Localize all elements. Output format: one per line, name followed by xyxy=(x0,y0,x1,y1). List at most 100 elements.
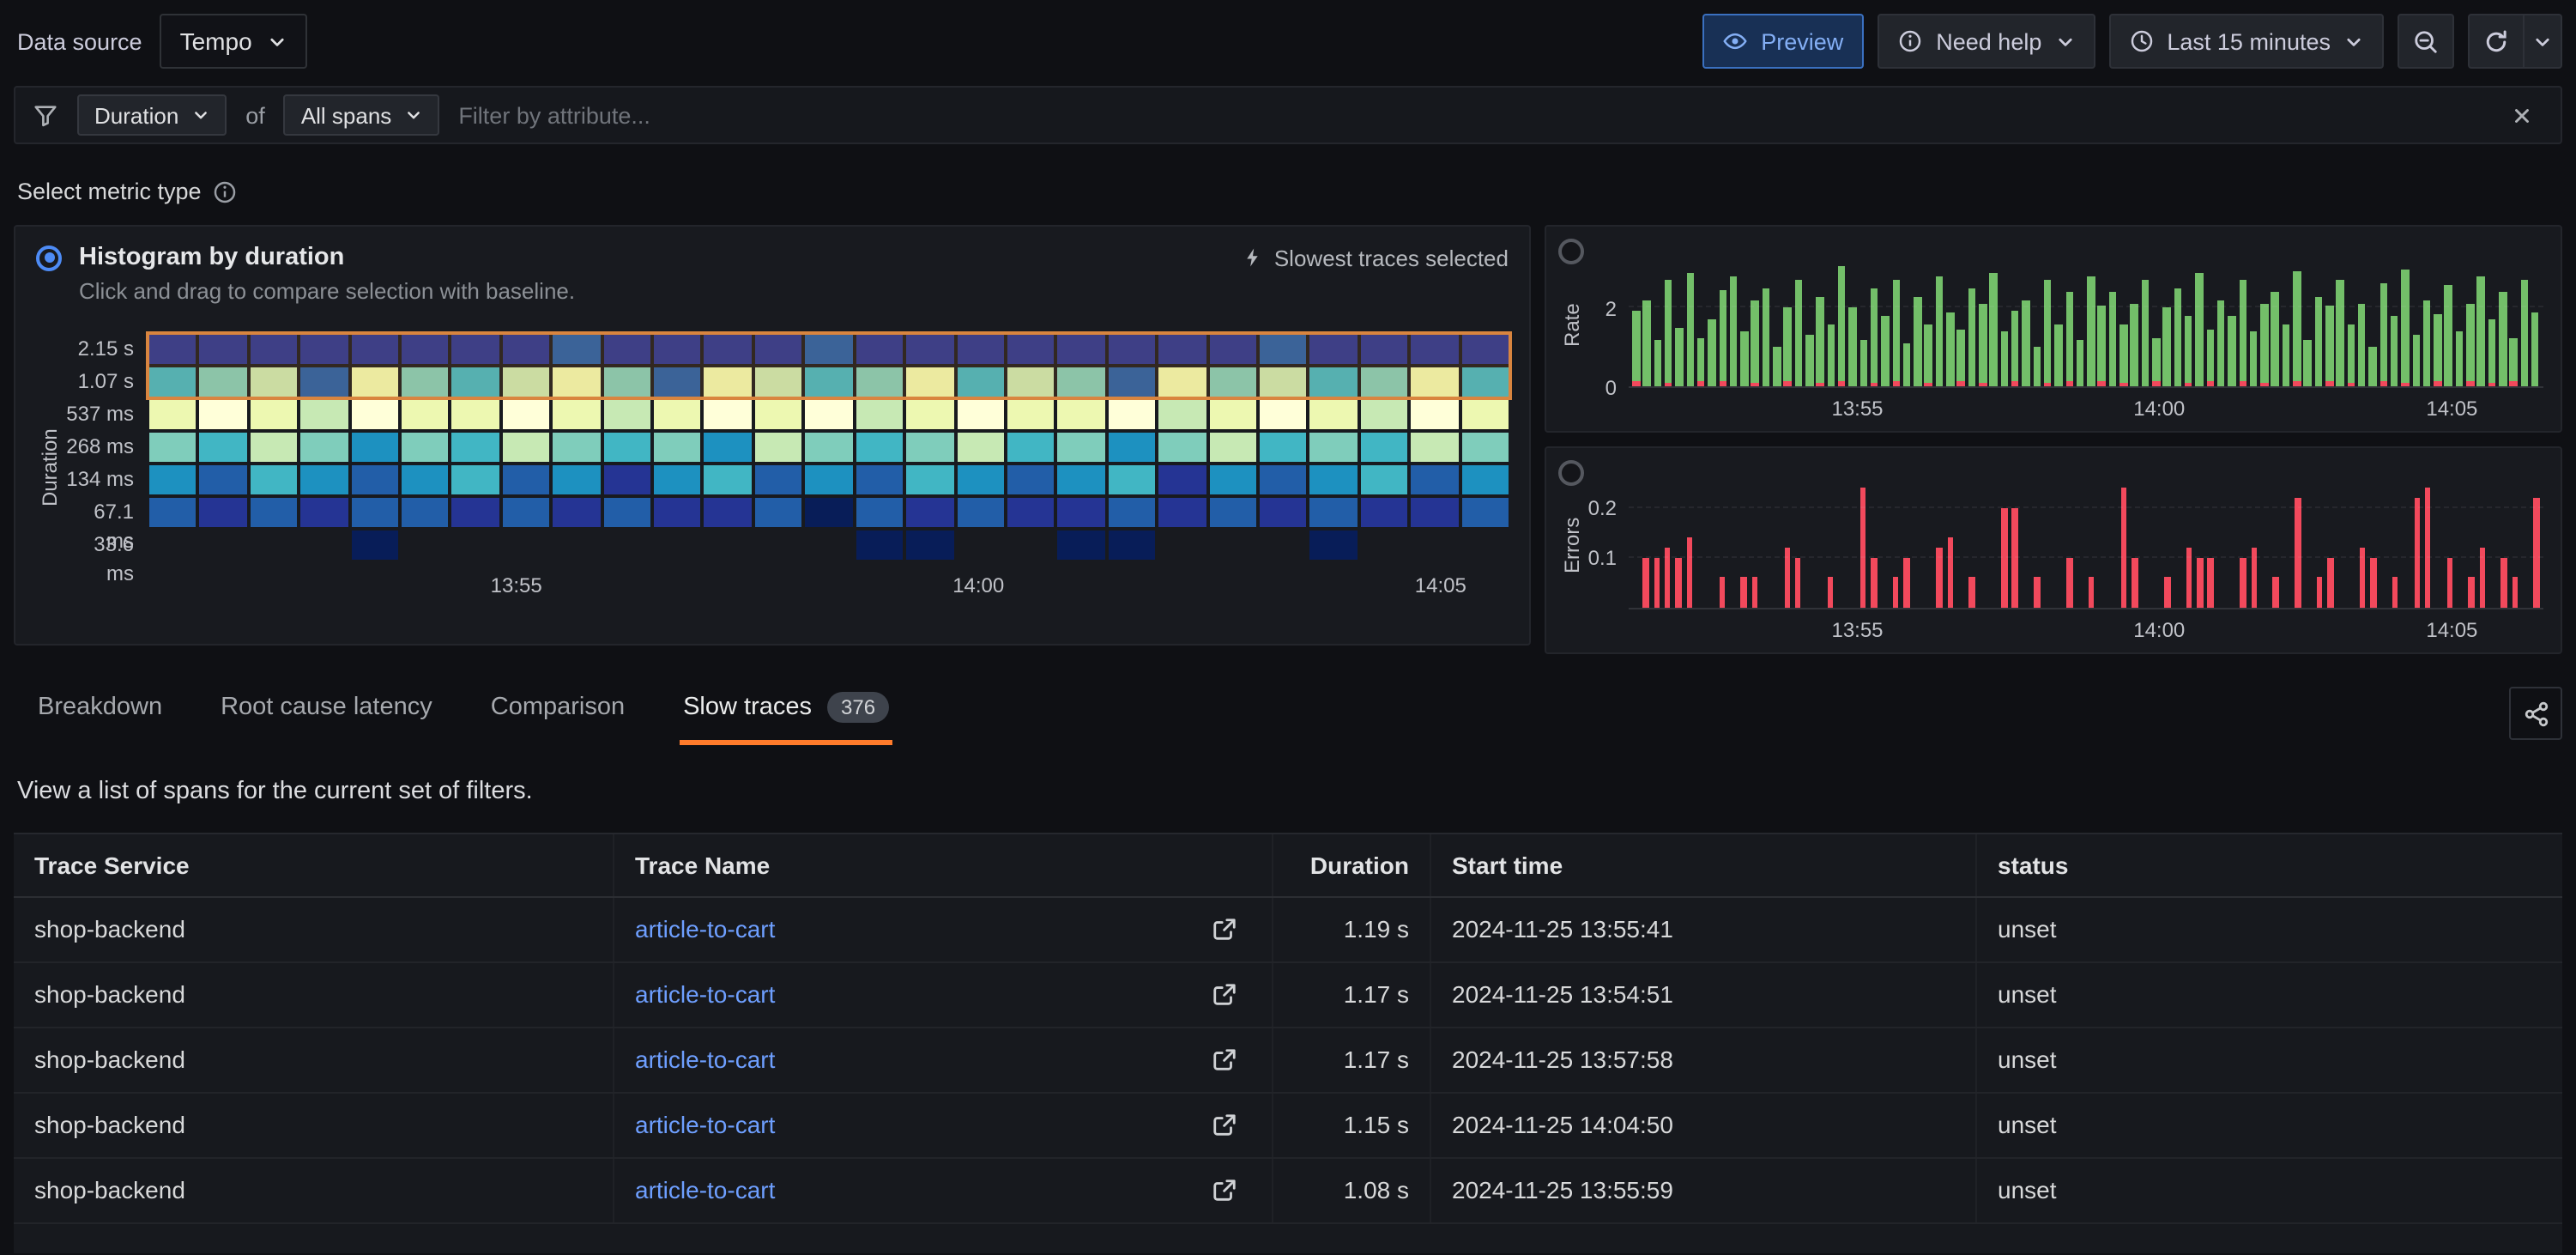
heatmap-cell[interactable] xyxy=(1058,367,1105,397)
bar[interactable] xyxy=(2446,482,2452,608)
bar[interactable] xyxy=(1957,261,1965,386)
heatmap-cell[interactable] xyxy=(704,465,752,494)
bar[interactable] xyxy=(2510,261,2518,386)
bar[interactable] xyxy=(2423,261,2431,386)
bar[interactable] xyxy=(1676,482,1682,608)
heatmap-cell[interactable] xyxy=(1007,433,1055,462)
bar[interactable] xyxy=(2338,482,2344,608)
trace-link[interactable]: article-to-cart xyxy=(635,1028,775,1092)
heatmap-cell[interactable] xyxy=(1209,498,1256,527)
bar[interactable] xyxy=(2250,261,2258,386)
heatmap-cell[interactable] xyxy=(503,335,550,364)
heatmap-cell[interactable] xyxy=(1007,367,1055,397)
bar[interactable] xyxy=(1926,482,1932,608)
bar[interactable] xyxy=(2045,482,2051,608)
bar[interactable] xyxy=(2012,482,2018,608)
heatmap-cell[interactable] xyxy=(1411,367,1458,397)
heatmap-cell[interactable] xyxy=(1158,367,1206,397)
heatmap-cell[interactable] xyxy=(503,400,550,429)
heatmap-cell[interactable] xyxy=(402,465,449,494)
datasource-picker[interactable]: Tempo xyxy=(160,14,307,69)
heatmap-cell[interactable] xyxy=(806,335,853,364)
bar[interactable] xyxy=(2283,261,2290,386)
heatmap-cell[interactable] xyxy=(200,433,247,462)
bar[interactable] xyxy=(1697,261,1705,386)
bar[interactable] xyxy=(1947,482,1953,608)
heatmap-cell[interactable] xyxy=(300,335,348,364)
bar[interactable] xyxy=(2152,261,2160,386)
heatmap-cell[interactable] xyxy=(452,465,499,494)
heatmap-plot[interactable]: 13:5514:0014:05 xyxy=(149,335,1509,601)
bar[interactable] xyxy=(1817,261,1824,386)
heatmap-cell[interactable] xyxy=(1461,530,1509,560)
external-link-icon[interactable] xyxy=(1212,1113,1237,1138)
heatmap-cell[interactable] xyxy=(1461,465,1509,494)
bar[interactable] xyxy=(1697,482,1703,608)
bar[interactable] xyxy=(1871,261,1878,386)
bar[interactable] xyxy=(2164,482,2170,608)
heatmap-cell[interactable] xyxy=(149,465,197,494)
heatmap-cell[interactable] xyxy=(1361,498,1408,527)
heatmap-cell[interactable] xyxy=(1361,465,1408,494)
bar[interactable] xyxy=(2358,261,2366,386)
heatmap-cell[interactable] xyxy=(1108,498,1155,527)
bar[interactable] xyxy=(2251,482,2257,608)
bar[interactable] xyxy=(2404,482,2410,608)
heatmap-cell[interactable] xyxy=(856,400,903,429)
heatmap-cell[interactable] xyxy=(251,530,298,560)
heatmap-cell[interactable] xyxy=(704,433,752,462)
bar[interactable] xyxy=(1946,261,1954,386)
bar[interactable] xyxy=(2456,261,2464,386)
heatmap-cell[interactable] xyxy=(1310,367,1358,397)
bar[interactable] xyxy=(2228,261,2235,386)
heatmap-cell[interactable] xyxy=(149,367,197,397)
heatmap-cell[interactable] xyxy=(452,530,499,560)
heatmap-cell[interactable] xyxy=(856,465,903,494)
rate-metric-radio[interactable] xyxy=(1558,239,1584,264)
heatmap-cell[interactable] xyxy=(503,433,550,462)
heatmap-cell[interactable] xyxy=(1260,465,1307,494)
heatmap-cell[interactable] xyxy=(1310,433,1358,462)
bar[interactable] xyxy=(1643,261,1651,386)
bar[interactable] xyxy=(2054,261,2062,386)
bar[interactable] xyxy=(1990,261,1998,386)
bar[interactable] xyxy=(2121,482,2127,608)
heatmap-cell[interactable] xyxy=(1310,498,1358,527)
bar[interactable] xyxy=(2044,261,2052,386)
bar[interactable] xyxy=(1632,482,1638,608)
trace-link[interactable]: article-to-cart xyxy=(635,1159,775,1222)
bar[interactable] xyxy=(1686,482,1692,608)
bar[interactable] xyxy=(1903,482,1909,608)
heatmap-cell[interactable] xyxy=(251,367,298,397)
heatmap-cell[interactable] xyxy=(906,367,953,397)
heatmap-cell[interactable] xyxy=(1007,530,1055,560)
bar[interactable] xyxy=(2119,261,2127,386)
heatmap-cell[interactable] xyxy=(553,498,601,527)
heatmap-cell[interactable] xyxy=(1007,465,1055,494)
heatmap-cell[interactable] xyxy=(1310,465,1358,494)
heatmap-cell[interactable] xyxy=(806,367,853,397)
bar[interactable] xyxy=(1784,482,1790,608)
heatmap-cell[interactable] xyxy=(1411,400,1458,429)
tab-breakdown[interactable]: Breakdown xyxy=(34,682,166,745)
heatmap-cell[interactable] xyxy=(1007,335,1055,364)
bar[interactable] xyxy=(2436,482,2442,608)
heatmap-cell[interactable] xyxy=(452,433,499,462)
heatmap-cell[interactable] xyxy=(1209,335,1256,364)
filter-scope-select[interactable]: All spans xyxy=(284,94,440,136)
errors-metric-radio[interactable] xyxy=(1558,460,1584,486)
heatmap-cell[interactable] xyxy=(704,335,752,364)
heatmap-cell[interactable] xyxy=(200,367,247,397)
bar[interactable] xyxy=(2347,261,2355,386)
heatmap-cell[interactable] xyxy=(1411,530,1458,560)
heatmap-cell[interactable] xyxy=(704,367,752,397)
heatmap-cell[interactable] xyxy=(1411,433,1458,462)
bar[interactable] xyxy=(1925,261,1932,386)
heatmap-cell[interactable] xyxy=(856,530,903,560)
heatmap-cell[interactable] xyxy=(603,400,650,429)
heatmap-cell[interactable] xyxy=(149,498,197,527)
bar[interactable] xyxy=(2217,261,2225,386)
bar[interactable] xyxy=(1968,482,1974,608)
bar[interactable] xyxy=(2469,482,2475,608)
heatmap-cell[interactable] xyxy=(251,335,298,364)
